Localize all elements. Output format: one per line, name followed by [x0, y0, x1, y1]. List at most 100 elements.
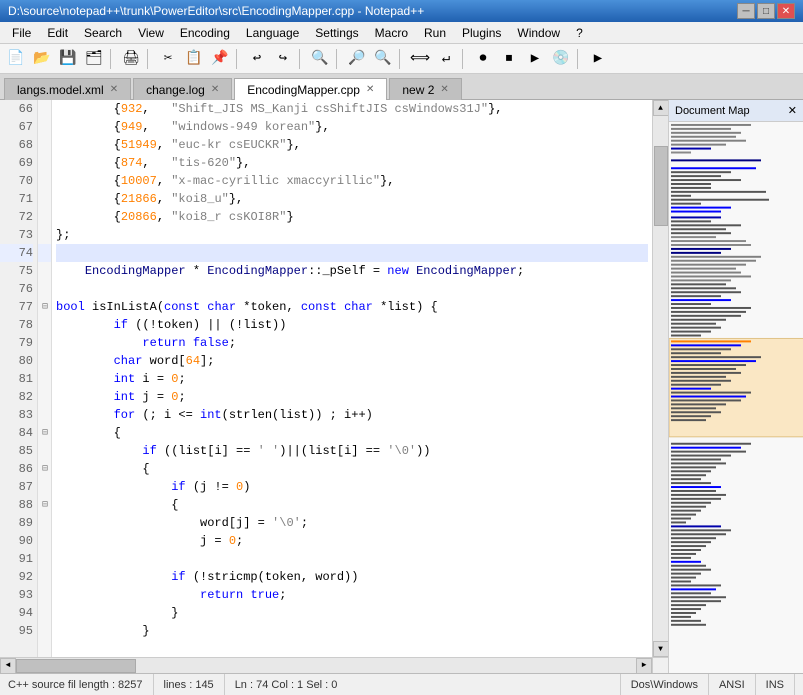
code-line-70: {10007, "x-mac-cyrillic xmaccyrillic"},: [56, 172, 648, 190]
tab-new2-close[interactable]: ✕: [440, 84, 448, 95]
menu-settings[interactable]: Settings: [307, 24, 366, 42]
run-button[interactable]: ▶: [586, 47, 610, 71]
redo-button[interactable]: ↪: [271, 47, 295, 71]
save-all-button[interactable]: 🗂: [82, 47, 106, 71]
save-button[interactable]: 💾: [56, 47, 80, 71]
code-line-71: {21866, "koi8_u"},: [56, 190, 648, 208]
toolbar: 📄 📂 💾 🗂 🖨 ✂ 📋 📌 ↩ ↪ 🔍 🔎 🔍 ⟺ ↵ ⏺ ⏹ ▶ 💿 ▶: [0, 44, 803, 74]
code-line-78: if ((!token) || (!list)): [56, 316, 648, 334]
sync-scroll-button[interactable]: ⟺: [408, 47, 432, 71]
code-line-79: return false;: [56, 334, 648, 352]
open-button[interactable]: 📂: [30, 47, 54, 71]
fold-77[interactable]: ⊟: [38, 298, 52, 316]
cut-button[interactable]: ✂: [156, 47, 180, 71]
status-ansi: ANSI: [709, 674, 756, 695]
wrap-button[interactable]: ↵: [434, 47, 458, 71]
code-line-82: int j = 0;: [56, 388, 648, 406]
horizontal-scrollbar-area: ◄ ►: [0, 657, 668, 673]
tab-encoding-mapper[interactable]: EncodingMapper.cpp ✕: [234, 78, 387, 100]
menu-plugins[interactable]: Plugins: [454, 24, 509, 42]
h-scroll-thumb[interactable]: [16, 659, 136, 673]
tab-change-log-close[interactable]: ✕: [211, 84, 219, 95]
menu-search[interactable]: Search: [76, 24, 130, 42]
fold-88[interactable]: ⊟: [38, 496, 52, 514]
tab-change-log[interactable]: change.log ✕: [133, 78, 232, 100]
close-button[interactable]: ✕: [777, 3, 795, 19]
scroll-left-button[interactable]: ◄: [0, 658, 16, 674]
code-line-74: [56, 244, 648, 262]
tab-encoding-mapper-close[interactable]: ✕: [366, 84, 374, 95]
toolbar-sep-4: [299, 49, 304, 69]
menu-macro[interactable]: Macro: [367, 24, 416, 42]
scroll-thumb[interactable]: [654, 146, 668, 226]
menu-run[interactable]: Run: [416, 24, 454, 42]
minimize-button[interactable]: ─: [737, 3, 755, 19]
document-map-header: Document Map ✕: [669, 100, 803, 122]
zoom-in-button[interactable]: 🔎: [345, 47, 369, 71]
toolbar-sep-7: [462, 49, 467, 69]
find-button[interactable]: 🔍: [308, 47, 332, 71]
macro-record-button[interactable]: ⏺: [471, 47, 495, 71]
document-map-svg: [669, 122, 803, 673]
scroll-down-button[interactable]: ▼: [653, 641, 669, 657]
macro-stop-button[interactable]: ⏹: [497, 47, 521, 71]
new-button[interactable]: 📄: [4, 47, 28, 71]
toolbar-sep-3: [236, 49, 241, 69]
menu-edit[interactable]: Edit: [39, 24, 76, 42]
fold-column: ⊟ ⊟ ⊟ ⊟: [38, 100, 52, 657]
code-line-87: if (j != 0): [56, 478, 648, 496]
scroll-right-button[interactable]: ►: [636, 658, 652, 674]
document-map: Document Map ✕: [668, 100, 803, 673]
title-bar: D:\source\notepad++\trunk\PowerEditor\sr…: [0, 0, 803, 22]
document-map-title: Document Map: [675, 105, 750, 117]
code-line-75: EncodingMapper * EncodingMapper::_pSelf …: [56, 262, 648, 280]
macro-play-button[interactable]: ▶: [523, 47, 547, 71]
code-line-94: }: [56, 604, 648, 622]
menu-window[interactable]: Window: [509, 24, 568, 42]
print-button[interactable]: 🖨: [119, 47, 143, 71]
menu-view[interactable]: View: [130, 24, 172, 42]
fold-84[interactable]: ⊟: [38, 424, 52, 442]
code-line-93: return true;: [56, 586, 648, 604]
vertical-scrollbar[interactable]: ▲ ▼: [652, 100, 668, 657]
paste-button[interactable]: 📌: [208, 47, 232, 71]
menu-language[interactable]: Language: [238, 24, 307, 42]
toolbar-sep-6: [399, 49, 404, 69]
tab-new2[interactable]: new 2 ✕: [389, 78, 461, 100]
tab-langs-model-label: langs.model.xml: [17, 83, 104, 97]
code-content[interactable]: {932, "Shift_JIS MS_Kanji csShiftJIS csW…: [52, 100, 652, 657]
tab-change-log-label: change.log: [146, 83, 205, 97]
tab-langs-model[interactable]: langs.model.xml ✕: [4, 78, 131, 100]
zoom-out-button[interactable]: 🔍: [371, 47, 395, 71]
tab-langs-model-close[interactable]: ✕: [110, 84, 118, 95]
copy-button[interactable]: 📋: [182, 47, 206, 71]
code-line-69: {874, "tis-620"},: [56, 154, 648, 172]
code-line-88: {: [56, 496, 648, 514]
main-area: 66 67 68 69 70 71 72 73 74 75 76 77 78 7…: [0, 100, 803, 673]
code-line-66: {932, "Shift_JIS MS_Kanji csShiftJIS csW…: [56, 100, 648, 118]
code-line-85: if ((list[i] == ' ')||(list[i] == '\0')): [56, 442, 648, 460]
code-line-90: j = 0;: [56, 532, 648, 550]
macro-save-button[interactable]: 💿: [549, 47, 573, 71]
horizontal-scrollbar[interactable]: ◄ ►: [0, 658, 652, 673]
h-scroll-track[interactable]: [16, 658, 636, 674]
status-position: Ln : 74 Col : 1 Sel : 0: [225, 674, 621, 695]
menu-file[interactable]: File: [4, 24, 39, 42]
scroll-track[interactable]: [653, 116, 669, 641]
line-numbers: 66 67 68 69 70 71 72 73 74 75 76 77 78 7…: [0, 100, 38, 657]
editor[interactable]: 66 67 68 69 70 71 72 73 74 75 76 77 78 7…: [0, 100, 668, 673]
menu-encoding[interactable]: Encoding: [172, 24, 238, 42]
scroll-up-button[interactable]: ▲: [653, 100, 669, 116]
code-line-84: {: [56, 424, 648, 442]
maximize-button[interactable]: □: [757, 3, 775, 19]
code-line-81: int i = 0;: [56, 370, 648, 388]
fold-86[interactable]: ⊟: [38, 460, 52, 478]
menu-bar: File Edit Search View Encoding Language …: [0, 22, 803, 44]
code-area[interactable]: 66 67 68 69 70 71 72 73 74 75 76 77 78 7…: [0, 100, 668, 657]
status-encoding-type: Dos\Windows: [621, 674, 709, 695]
undo-button[interactable]: ↩: [245, 47, 269, 71]
menu-help[interactable]: ?: [568, 24, 591, 42]
document-map-close[interactable]: ✕: [788, 104, 797, 117]
code-line-67: {949, "windows-949 korean"},: [56, 118, 648, 136]
status-file-info: C++ source fil length : 8257: [8, 674, 154, 695]
